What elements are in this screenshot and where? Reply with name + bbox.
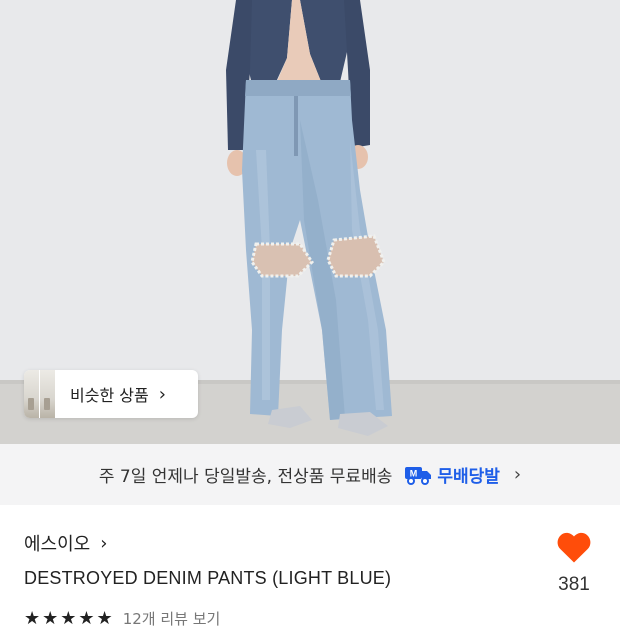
similar-thumbnail: [40, 370, 56, 418]
similar-products-thumbnails: [24, 370, 56, 418]
svg-text:M: M: [410, 468, 418, 478]
similar-products-button[interactable]: 비슷한 상품 ›: [24, 370, 198, 418]
like-button[interactable]: 381: [550, 530, 598, 610]
shipping-banner[interactable]: 주 7일 언제나 당일발송, 전상품 무료배송 M 무배당발 ›: [0, 444, 620, 505]
delivery-truck-icon: M: [404, 465, 432, 485]
chevron-right-icon: ›: [513, 464, 522, 485]
like-count: 381: [558, 574, 590, 595]
rating-stars: ★★★★★: [24, 607, 115, 629]
similar-thumbnail: [24, 370, 40, 418]
product-hero-image[interactable]: 비슷한 상품 ›: [0, 0, 620, 444]
rating-row[interactable]: ★★★★★ 12개 리뷰 보기: [24, 607, 221, 629]
shipping-brand-label: 무배당발: [437, 467, 500, 487]
product-title: DESTROYED DENIM PANTS (LIGHT BLUE): [24, 568, 392, 588]
review-link[interactable]: 12개 리뷰 보기: [123, 608, 221, 629]
brand-name: 에스이오: [24, 534, 91, 555]
shipping-banner-text: 주 7일 언제나 당일발송, 전상품 무료배송: [98, 467, 393, 487]
chevron-right-icon: ›: [158, 383, 166, 405]
similar-products-label: 비슷한 상품: [70, 386, 149, 405]
heart-icon: [557, 532, 591, 563]
chevron-right-icon: ›: [100, 532, 108, 554]
brand-link[interactable]: 에스이오 ›: [24, 530, 107, 556]
